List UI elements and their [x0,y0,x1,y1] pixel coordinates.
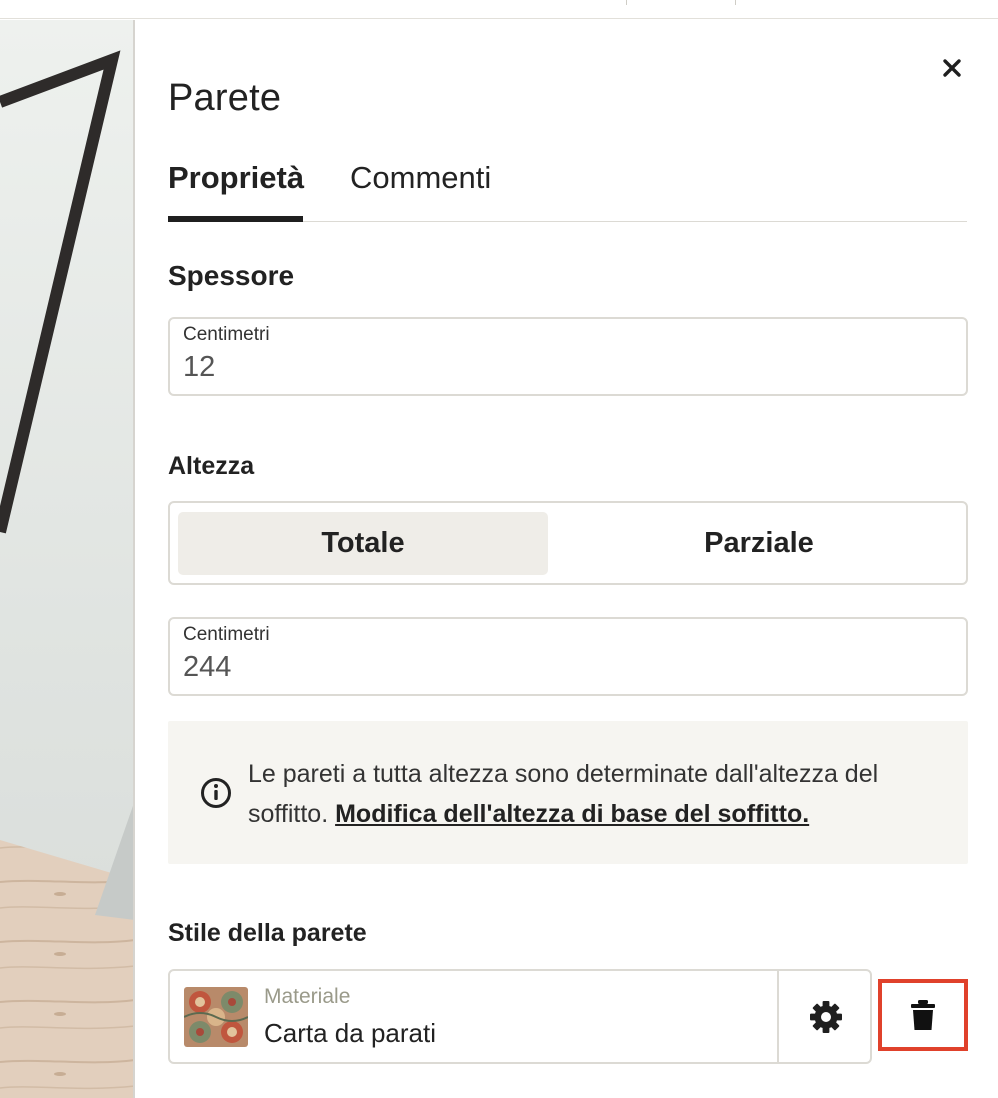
height-value[interactable]: 244 [183,651,231,684]
thickness-value[interactable]: 12 [183,351,215,384]
height-heading: Altezza [168,452,255,480]
height-field[interactable]: Centimetri 244 [168,617,968,696]
thickness-heading: Spessore [168,260,295,291]
info-message: Le pareti a tutta altezza sono determina… [248,754,948,834]
thickness-unit-label: Centimetri [183,324,270,345]
close-icon [943,59,961,77]
edit-ceiling-height-link[interactable]: Modifica dell'altezza di base del soffit… [335,800,809,828]
info-icon [201,778,231,808]
top-toolbar-strip [0,0,998,19]
material-settings-button[interactable] [777,971,872,1062]
toolbar-divider [735,0,736,5]
wallpaper-swatch [184,987,248,1047]
room-render [0,50,133,1098]
material-value: Carta da parati [264,1018,436,1048]
info-notice: Le pareti a tutta altezza sono determina… [168,721,968,864]
toolbar-divider [626,0,627,5]
3d-viewport[interactable] [0,20,135,1098]
gear-icon [810,1001,842,1033]
material-card[interactable]: Materiale Carta da parati [168,969,872,1064]
trash-icon [911,1000,935,1030]
height-option-partial[interactable]: Parziale [562,512,956,575]
height-unit-label: Centimetri [183,624,270,645]
panel-title: Parete [168,77,282,119]
tab-comments[interactable]: Commenti [350,156,520,222]
height-mode-toggle: Totale Parziale [168,501,968,585]
close-button[interactable] [940,56,964,80]
tab-bar: Proprietà Commenti [168,156,967,222]
wallpaper-pattern-thumbnail [184,987,248,1047]
wall-properties-panel: Parete Proprietà Commenti Spessore Centi… [137,20,998,1098]
thickness-field[interactable]: Centimetri 12 [168,317,968,396]
delete-material-button[interactable] [878,979,968,1051]
height-option-full[interactable]: Totale [178,512,548,575]
material-label: Materiale [264,985,351,1008]
tab-properties[interactable]: Proprietà [168,156,304,222]
wall-style-heading: Stile della parete [168,919,367,947]
